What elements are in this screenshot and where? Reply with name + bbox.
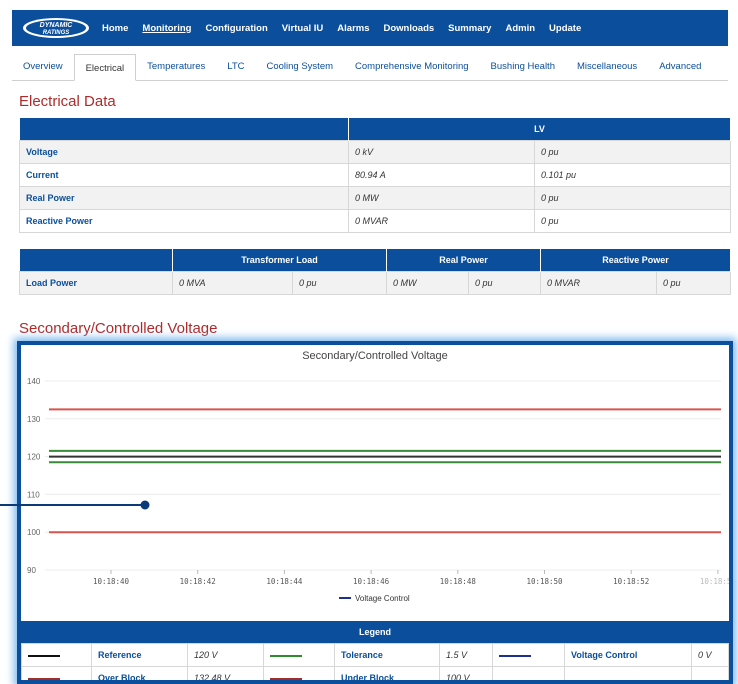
row-label: Load Power bbox=[19, 270, 173, 295]
load-header-reactive-power: Reactive Power bbox=[540, 249, 731, 271]
voltage-chart[interactable]: Secondary/Controlled Voltage 90 100 110 120 1… bbox=[21, 345, 729, 621]
legend-table: Reference 120 V Tolerance 1.5 V Voltage … bbox=[21, 643, 729, 680]
tab-electrical[interactable]: Electrical bbox=[73, 54, 137, 81]
x-tick-label: 10:18:42 bbox=[180, 577, 216, 586]
load-header-blank bbox=[19, 249, 173, 271]
x-tick-label: 10:18:44 bbox=[266, 577, 303, 586]
tab-cooling-system[interactable]: Cooling System bbox=[255, 53, 344, 80]
table-row: Real Power 0 MW 0 pu bbox=[19, 185, 731, 210]
subtab-bar: Overview Electrical Temperatures LTC Cooling… bbox=[12, 52, 728, 81]
table-row: Reactive Power 0 MVAR 0 pu bbox=[19, 208, 731, 233]
nav-downloads[interactable]: Downloads bbox=[384, 23, 435, 34]
tab-comprehensive-monitoring[interactable]: Comprehensive Monitoring bbox=[344, 53, 480, 80]
secondary-voltage-title: Secondary/Controlled Voltage bbox=[19, 320, 218, 337]
over-block-swatch bbox=[28, 677, 60, 680]
table-row: Reference 120 V Tolerance 1.5 V Voltage … bbox=[21, 643, 729, 667]
nav-monitoring[interactable]: Monitoring bbox=[142, 23, 191, 34]
load-mvar: 0 MVAR bbox=[540, 270, 657, 295]
y-tick-label: 130 bbox=[27, 415, 41, 424]
legend-name bbox=[564, 666, 692, 680]
legend-value: 100 V bbox=[439, 666, 493, 680]
x-tick-label: 10:18:48 bbox=[440, 577, 477, 586]
row-label: Voltage bbox=[19, 139, 349, 164]
legend-name: Over Block bbox=[91, 666, 188, 680]
electrical-data-table: LV Voltage 0 kV 0 pu Current 80.94 A 0.1… bbox=[19, 118, 731, 233]
tab-bushing-health[interactable]: Bushing Health bbox=[480, 53, 566, 80]
tab-temperatures[interactable]: Temperatures bbox=[136, 53, 216, 80]
nav-configuration[interactable]: Configuration bbox=[205, 23, 267, 34]
legend-name: Voltage Control bbox=[564, 643, 692, 667]
row-label: Current bbox=[19, 162, 349, 187]
legend-value: 120 V bbox=[187, 643, 264, 667]
x-tick-label: 10:18:52 bbox=[613, 577, 649, 586]
row-value-pu: 0 pu bbox=[534, 185, 731, 210]
load-header-real-power: Real Power bbox=[386, 249, 541, 271]
y-tick-label: 110 bbox=[27, 490, 40, 499]
row-label: Real Power bbox=[19, 185, 349, 210]
y-tick-label: 100 bbox=[27, 528, 41, 537]
row-label: Reactive Power bbox=[19, 208, 349, 233]
tab-ltc[interactable]: LTC bbox=[216, 53, 255, 80]
legend-value: 0 V bbox=[691, 643, 729, 667]
legend-name: Tolerance bbox=[334, 643, 440, 667]
legend-name: Reference bbox=[91, 643, 188, 667]
top-nav: DYNAMIC RATINGS Home Monitoring Configurat… bbox=[12, 10, 728, 46]
row-value: 0 kV bbox=[348, 139, 535, 164]
tab-miscellaneous[interactable]: Miscellaneous bbox=[566, 53, 648, 80]
table-row: Over Block 132.48 V Under Block 100 V bbox=[21, 666, 729, 680]
y-tick-label: 120 bbox=[27, 453, 41, 462]
nav-home[interactable]: Home bbox=[102, 23, 128, 34]
voltage-control-swatch bbox=[499, 654, 531, 657]
row-value: 80.94 A bbox=[348, 162, 535, 187]
x-tick-label: 10:18:54 bbox=[700, 577, 729, 586]
load-mw-pu: 0 pu bbox=[468, 270, 541, 295]
annotation-pointer bbox=[0, 500, 150, 510]
nav-virtual-iu[interactable]: Virtual IU bbox=[282, 23, 324, 34]
nav-summary[interactable]: Summary bbox=[448, 23, 491, 34]
load-mvar-pu: 0 pu bbox=[656, 270, 731, 295]
x-tick-label: 10:18:46 bbox=[353, 577, 390, 586]
x-tick-label: 10:18:50 bbox=[526, 577, 563, 586]
row-value: 0 MW bbox=[348, 185, 535, 210]
nav-alarms[interactable]: Alarms bbox=[337, 23, 369, 34]
row-value-pu: 0 pu bbox=[534, 139, 731, 164]
legend-title: Legend bbox=[21, 621, 729, 643]
legend-value: 1.5 V bbox=[439, 643, 493, 667]
table-row: Load Power 0 MVA 0 pu 0 MW 0 pu 0 MVAR 0… bbox=[19, 270, 731, 295]
electrical-header-lv: LV bbox=[348, 118, 731, 140]
logo-line2: RATINGS bbox=[43, 30, 70, 36]
chart-title: Secondary/Controlled Voltage bbox=[302, 350, 448, 362]
load-header-transformer: Transformer Load bbox=[172, 249, 387, 271]
tab-overview[interactable]: Overview bbox=[12, 53, 74, 80]
load-mw: 0 MW bbox=[386, 270, 469, 295]
row-value-pu: 0 pu bbox=[534, 208, 731, 233]
legend-value: 132.48 V bbox=[187, 666, 264, 680]
electrical-header-blank bbox=[19, 118, 349, 140]
chart-panel: Secondary/Controlled Voltage 90 100 110 120 1… bbox=[17, 341, 733, 684]
under-block-swatch bbox=[270, 677, 302, 680]
table-row: Voltage 0 kV 0 pu bbox=[19, 139, 731, 164]
chart-legend-label[interactable]: Voltage Control bbox=[355, 594, 410, 603]
tab-advanced[interactable]: Advanced bbox=[648, 53, 712, 80]
electrical-data-title: Electrical Data bbox=[19, 93, 116, 110]
legend-name: Under Block bbox=[334, 666, 440, 680]
legend-value bbox=[691, 666, 729, 680]
nav-update[interactable]: Update bbox=[549, 23, 581, 34]
load-power-table: Transformer Load Real Power Reactive Pow… bbox=[19, 249, 731, 295]
row-value: 0 MVAR bbox=[348, 208, 535, 233]
logo-line1: DYNAMIC bbox=[40, 22, 74, 29]
y-tick-label: 90 bbox=[27, 566, 36, 575]
nav-admin[interactable]: Admin bbox=[505, 23, 535, 34]
load-mva-pu: 0 pu bbox=[292, 270, 387, 295]
dynamic-ratings-logo[interactable]: DYNAMIC RATINGS bbox=[22, 17, 90, 39]
row-value-pu: 0.101 pu bbox=[534, 162, 731, 187]
reference-swatch bbox=[28, 654, 60, 657]
table-row: Current 80.94 A 0.101 pu bbox=[19, 162, 731, 187]
load-mva: 0 MVA bbox=[172, 270, 293, 295]
tolerance-swatch bbox=[270, 654, 302, 657]
x-tick-label: 10:18:40 bbox=[93, 577, 130, 586]
y-tick-label: 140 bbox=[27, 377, 41, 386]
